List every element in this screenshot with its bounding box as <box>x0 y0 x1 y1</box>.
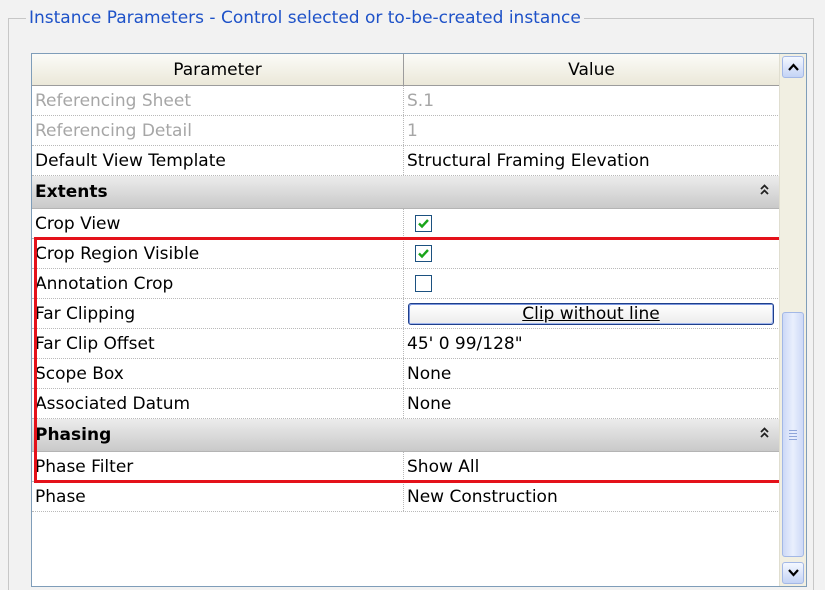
param-name: Referencing Sheet <box>32 86 404 115</box>
row-scope-box[interactable]: Scope Box None <box>32 359 780 389</box>
far-clipping-dropdown[interactable]: Clip without line <box>408 302 774 325</box>
check-icon <box>418 219 429 229</box>
scroll-thumb[interactable] <box>782 312 804 557</box>
header-parameter[interactable]: Parameter <box>32 54 404 86</box>
param-name: Associated Datum <box>32 389 404 418</box>
header-value[interactable]: Value <box>404 54 780 86</box>
panel-title: Instance Parameters - Control selected o… <box>26 7 584 29</box>
scroll-up-button[interactable] <box>782 56 804 78</box>
chevron-up-icon <box>787 63 799 71</box>
grip-icon <box>789 429 797 440</box>
param-name: Phase <box>32 482 404 511</box>
checkbox[interactable] <box>415 245 432 262</box>
value-text: Show All <box>407 456 480 477</box>
param-value: S.1 <box>407 90 435 111</box>
group-extents[interactable]: Extents <box>32 176 780 209</box>
value-text: 45' 0 99/128" <box>407 333 523 354</box>
param-value-cell[interactable]: Show All <box>404 452 780 481</box>
checkbox[interactable] <box>415 215 432 232</box>
group-phasing[interactable]: Phasing <box>32 419 780 452</box>
param-value-cell[interactable] <box>404 239 780 268</box>
row-crop-view[interactable]: Crop View <box>32 209 780 239</box>
value-text: None <box>407 363 452 384</box>
param-value-cell[interactable]: None <box>404 389 780 418</box>
param-value-cell[interactable]: None <box>404 359 780 388</box>
double-chevron-up-icon[interactable] <box>759 427 770 443</box>
param-name: Annotation Crop <box>32 269 404 298</box>
param-name: Phase Filter <box>32 452 404 481</box>
group-label: Extents <box>35 182 108 202</box>
row-phase-filter[interactable]: Phase Filter Show All <box>32 452 780 482</box>
row-far-clipping[interactable]: Far Clipping Clip without line <box>32 299 780 329</box>
double-chevron-up-icon[interactable] <box>759 184 770 200</box>
chevron-down-icon <box>787 569 799 577</box>
param-name: Crop View <box>32 209 404 238</box>
dropdown-label: Clip without line <box>522 303 660 324</box>
row-default-view-template[interactable]: Default View Template Structural Framing … <box>32 146 780 176</box>
grid-table: Parameter Value Referencing Sheet S.1 Refe… <box>32 54 780 512</box>
row-referencing-detail[interactable]: Referencing Detail 1 <box>32 116 780 146</box>
row-phase[interactable]: Phase New Construction <box>32 482 780 512</box>
group-label: Phasing <box>35 425 112 445</box>
row-annotation-crop[interactable]: Annotation Crop <box>32 269 780 299</box>
value-text: New Construction <box>407 486 558 507</box>
row-associated-datum[interactable]: Associated Datum None <box>32 389 780 419</box>
vertical-scrollbar[interactable] <box>779 54 806 586</box>
param-value-cell[interactable] <box>404 269 780 298</box>
row-far-clip-offset[interactable]: Far Clip Offset 45' 0 99/128" <box>32 329 780 359</box>
param-value-cell[interactable]: New Construction <box>404 482 780 511</box>
checkbox[interactable] <box>415 275 432 292</box>
row-crop-region-visible[interactable]: Crop Region Visible <box>32 239 780 269</box>
param-value: 1 <box>407 120 418 141</box>
param-name: Far Clipping <box>32 299 404 328</box>
param-name: Crop Region Visible <box>32 239 404 268</box>
row-referencing-sheet[interactable]: Referencing Sheet S.1 <box>32 86 780 116</box>
param-value-cell[interactable]: 45' 0 99/128" <box>404 329 780 358</box>
param-value[interactable]: Structural Framing Elevation <box>404 146 780 175</box>
param-name: Referencing Detail <box>32 116 404 145</box>
param-name: Default View Template <box>32 146 404 175</box>
properties-grid: Parameter Value Referencing Sheet S.1 Refe… <box>31 53 807 587</box>
scroll-down-button[interactable] <box>782 562 804 584</box>
check-icon <box>418 249 429 259</box>
grid-header: Parameter Value <box>32 54 780 86</box>
param-value-cell[interactable]: Clip without line <box>404 299 780 328</box>
param-name: Scope Box <box>32 359 404 388</box>
param-name: Far Clip Offset <box>32 329 404 358</box>
value-text: None <box>407 393 452 414</box>
param-value-cell[interactable] <box>404 209 780 238</box>
